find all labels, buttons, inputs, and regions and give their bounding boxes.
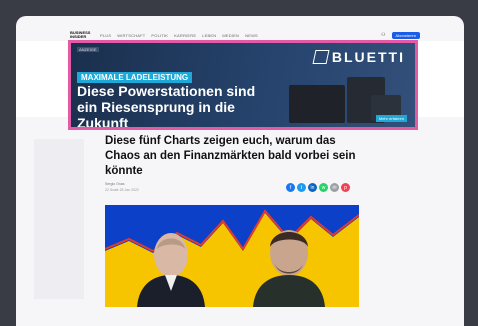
article-author[interactable]: Sergio Gnas: [105, 182, 124, 186]
linkedin-icon[interactable]: in: [308, 183, 317, 192]
article-hero-image: [105, 205, 359, 307]
ad-cta-button[interactable]: Mehr erfahren: [375, 115, 407, 122]
ad-brand-logo: BLUETTI: [312, 49, 405, 65]
nav-item-politik[interactable]: POLITIK: [151, 33, 168, 38]
nav-item-medien[interactable]: MEDIEN: [222, 33, 239, 38]
facebook-icon[interactable]: f: [286, 183, 295, 192]
site-header: BUSINESS INSIDER PLUS WIRTSCHAFT POLITIK…: [70, 30, 420, 40]
share-buttons: f t in w ✉ p: [286, 183, 350, 192]
site-logo[interactable]: BUSINESS INSIDER: [70, 31, 94, 39]
ad-brand-name: BLUETTI: [331, 49, 405, 65]
nav-item-wirtschaft[interactable]: WIRTSCHAFT: [117, 33, 145, 38]
whatsapp-icon[interactable]: w: [319, 183, 328, 192]
ad-headline: Diese Powerstationen sind ein Riesenspru…: [77, 83, 287, 130]
power-station-large: [289, 85, 345, 123]
nav-item-news[interactable]: NEWS: [245, 33, 258, 38]
article-title: Diese fünf Charts zeigen euch, warum das…: [105, 135, 356, 177]
ad-kicker: MAXIMALE LADELEISTUNG: [77, 72, 193, 83]
nav-item-leben[interactable]: LEBEN: [202, 33, 216, 38]
browser-viewport: BUSINESS INSIDER PLUS WIRTSCHAFT POLITIK…: [16, 16, 464, 326]
mail-icon[interactable]: ✉: [330, 183, 339, 192]
twitter-icon[interactable]: t: [297, 183, 306, 192]
ad-label: ANZEIGE: [77, 47, 99, 52]
nav-item-karriere[interactable]: KARRIERE: [174, 33, 196, 38]
ad-headline-line-1: Diese Powerstationen sind: [77, 83, 256, 99]
bluetti-ad-banner[interactable]: ANZEIGE BLUETTI MAXIMALE LADELEISTUNG Di…: [68, 40, 418, 130]
article-date: 22 Scale 25 Jan 2022: [105, 188, 139, 192]
ad-headline-line-2: ein Riesensprung in die Zukunft: [77, 99, 235, 130]
subscribe-button[interactable]: Abonnieren: [391, 31, 420, 39]
pocket-icon[interactable]: p: [341, 183, 350, 192]
account-icon[interactable]: ⚇: [381, 32, 385, 38]
hero-illustration: [105, 209, 359, 307]
brand-mark-icon: [312, 50, 330, 64]
nav-item-plus[interactable]: PLUS: [100, 33, 111, 38]
left-side-panel: [34, 139, 84, 299]
